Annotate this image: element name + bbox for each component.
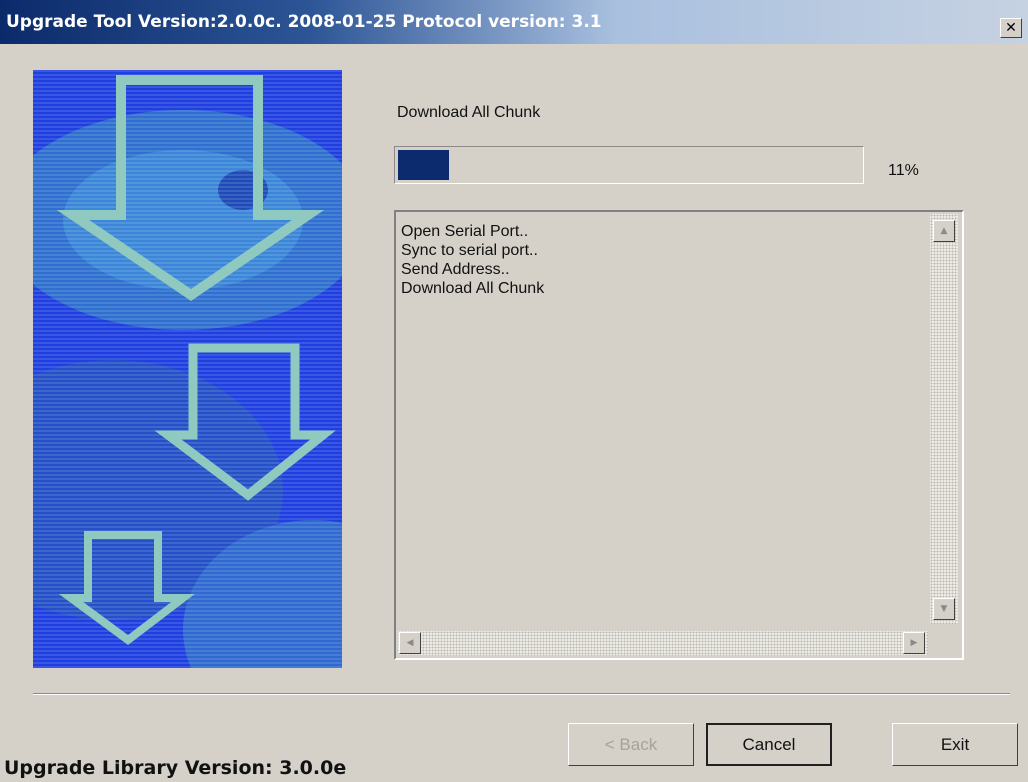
footer-divider	[33, 693, 1010, 695]
window-title: Upgrade Tool Version:2.0.0c. 2008-01-25 …	[6, 12, 602, 32]
back-button[interactable]: < Back	[568, 723, 694, 766]
download-arrows-illustration	[33, 70, 342, 668]
horizontal-scrollbar[interactable]: ◀ ▶	[398, 631, 928, 655]
chevron-right-icon: ▶	[910, 638, 918, 648]
scroll-right-button[interactable]: ▶	[903, 632, 925, 654]
log-lines: Open Serial Port.. Sync to serial port..…	[401, 222, 544, 298]
chevron-down-icon: ▼	[940, 604, 948, 614]
scroll-left-button[interactable]: ◀	[399, 632, 421, 654]
log-textarea[interactable]: Open Serial Port.. Sync to serial port..…	[394, 210, 964, 660]
log-line: Sync to serial port..	[401, 242, 538, 259]
vertical-scrollbar[interactable]: ▲ ▼	[930, 214, 958, 624]
chevron-left-icon: ◀	[406, 638, 414, 648]
progress-stage-label: Download All Chunk	[397, 104, 541, 121]
progress-percent: 11%	[888, 162, 919, 179]
cancel-button[interactable]: Cancel	[706, 723, 832, 766]
scroll-up-button[interactable]: ▲	[933, 220, 955, 242]
log-line: Open Serial Port..	[401, 223, 529, 240]
log-line: Download All Chunk	[401, 280, 545, 297]
wizard-banner-image	[33, 70, 342, 668]
close-icon: ✕	[1005, 20, 1017, 36]
progress-fill	[398, 150, 449, 180]
chevron-up-icon: ▲	[940, 226, 948, 236]
download-progress-bar	[394, 146, 864, 184]
scroll-down-button[interactable]: ▼	[933, 598, 955, 620]
log-line: Send Address..	[401, 261, 510, 278]
exit-button[interactable]: Exit	[892, 723, 1018, 766]
library-version-label: Upgrade Library Version: 3.0.0e	[4, 757, 347, 779]
close-button[interactable]: ✕	[1000, 18, 1022, 38]
title-bar: Upgrade Tool Version:2.0.0c. 2008-01-25 …	[0, 0, 1028, 44]
